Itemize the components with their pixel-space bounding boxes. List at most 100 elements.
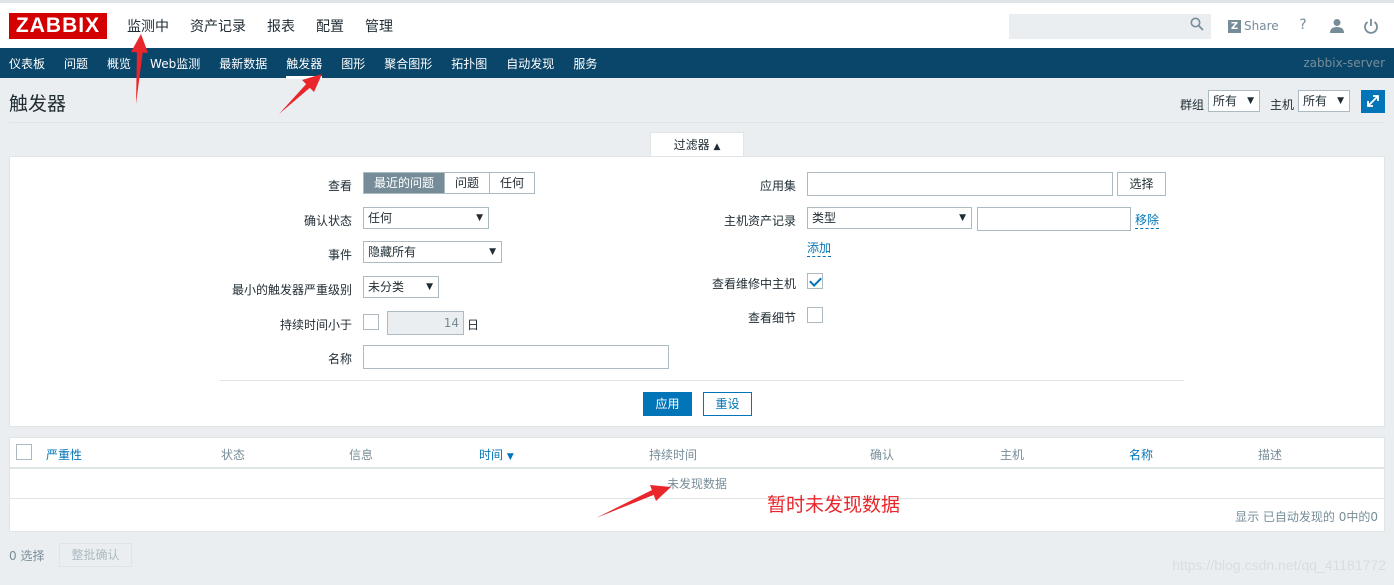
subnav-web[interactable]: Web监测	[150, 55, 200, 79]
subnav-overview[interactable]: 概览	[107, 55, 131, 79]
fullscreen-button[interactable]	[1361, 90, 1385, 113]
ack-status-select[interactable]: 任何 ▼	[363, 207, 489, 229]
chevron-down-icon: ▼	[426, 282, 433, 292]
server-name: zabbix-server	[1303, 56, 1385, 70]
host-select-value: 所有	[1303, 94, 1328, 108]
age-less-than-checkbox[interactable]	[363, 314, 379, 330]
expand-icon	[1367, 95, 1379, 107]
age-less-than-label: 持续时间小于	[279, 318, 352, 332]
subnav-triggers[interactable]: 触发器	[286, 55, 323, 79]
arrow-to-triggers	[279, 74, 322, 114]
chevron-down-icon: ▼	[476, 213, 483, 223]
group-select-value: 所有	[1213, 94, 1238, 108]
help-icon[interactable]: ?	[1294, 17, 1312, 35]
mass-acknowledge-button[interactable]: 整批确认	[59, 543, 132, 567]
inventory-value-input[interactable]	[977, 207, 1131, 231]
host-select[interactable]: 所有 ▼	[1298, 90, 1350, 112]
column-status: 状态	[221, 448, 246, 462]
watermark: https://blog.csdn.net/qq_41181772	[1172, 557, 1386, 573]
annotation-text: 暂时未发现数据	[767, 494, 901, 516]
search-input[interactable]	[1009, 14, 1211, 39]
subnav-screens[interactable]: 聚合图形	[384, 55, 432, 79]
application-input[interactable]	[807, 172, 1113, 196]
column-duration: 持续时间	[649, 448, 698, 462]
column-ack: 确认	[870, 448, 895, 462]
host-label: 主机	[1270, 98, 1295, 112]
menu-reports[interactable]: 报表	[267, 16, 295, 36]
remove-inventory-link[interactable]: 移除	[1135, 211, 1160, 229]
min-severity-value: 未分类	[368, 280, 405, 294]
subnav-discovery[interactable]: 自动发现	[506, 55, 554, 79]
show-details-checkbox[interactable]	[807, 307, 823, 323]
column-description: 描述	[1258, 448, 1283, 462]
select-application-button[interactable]: 选择	[1117, 172, 1166, 196]
inventory-field-value: 类型	[812, 211, 837, 225]
sign-out-icon[interactable]	[1362, 17, 1380, 35]
column-severity[interactable]: 严重性	[46, 446, 82, 463]
ack-status-label: 确认状态	[303, 214, 352, 228]
filter-divider	[220, 380, 1184, 381]
view-label: 查看	[327, 179, 352, 193]
chevron-down-icon: ▼	[489, 247, 496, 257]
inventory-field-select[interactable]: 类型 ▼	[807, 207, 972, 229]
menu-configuration[interactable]: 配置	[316, 16, 344, 36]
add-inventory-link[interactable]: 添加	[807, 239, 832, 257]
column-time[interactable]: 时间 ▼	[479, 446, 514, 463]
events-label: 事件	[327, 248, 352, 262]
user-profile-icon[interactable]	[1328, 17, 1346, 35]
group-label: 群组	[1180, 98, 1205, 112]
caret-up-icon: ▲	[713, 142, 721, 152]
table-row-divider	[10, 498, 1384, 499]
view-option-recent[interactable]: 最近的问题	[364, 173, 446, 193]
subnav-maps[interactable]: 拓扑图	[451, 55, 487, 79]
zabbix-logo[interactable]: ZABBIX	[9, 13, 107, 39]
group-select[interactable]: 所有 ▼	[1208, 90, 1260, 112]
column-host: 主机	[1000, 448, 1025, 462]
min-severity-label: 最小的触发器严重级别	[231, 283, 352, 297]
age-days-input[interactable]: 14	[387, 311, 464, 335]
apply-button[interactable]: 应用	[643, 392, 692, 416]
share-link[interactable]: Z Share	[1228, 19, 1279, 33]
subnav-latest-data[interactable]: 最新数据	[219, 55, 267, 79]
subnav-graphs[interactable]: 图形	[341, 55, 365, 79]
subnav-services[interactable]: 服务	[573, 55, 597, 79]
no-data-message: 未发现数据	[666, 477, 727, 491]
min-severity-select[interactable]: 未分类 ▼	[363, 276, 439, 298]
sort-desc-icon: ▼	[506, 452, 514, 462]
search-icon[interactable]	[1190, 17, 1204, 31]
column-info: 信息	[349, 448, 374, 462]
menu-inventory[interactable]: 资产记录	[190, 16, 246, 36]
name-label: 名称	[327, 352, 352, 366]
host-inventory-label: 主机资产记录	[723, 214, 796, 228]
events-select[interactable]: 隐藏所有 ▼	[363, 241, 502, 263]
name-input[interactable]	[363, 345, 669, 369]
filter-tab[interactable]: 过滤器 ▲	[650, 132, 744, 157]
sub-navigation: 仪表板 问题 概览 Web监测 最新数据 触发器 图形 聚合图形 拓扑图 自动发…	[0, 48, 1394, 79]
show-maintenance-checkbox[interactable]	[807, 273, 823, 289]
paging-info: 显示 已自动发现的 0中的0	[1235, 510, 1378, 524]
column-time-label: 时间	[479, 448, 504, 462]
subnav-problems[interactable]: 问题	[64, 55, 88, 79]
menu-administration[interactable]: 管理	[365, 16, 393, 36]
view-option-any[interactable]: 任何	[490, 173, 534, 193]
filter-panel: 查看 最近的问题 问题 任何 确认状态 任何 ▼ 事件 隐藏所有 ▼ 最小的触发…	[9, 156, 1385, 427]
application-label: 应用集	[759, 179, 796, 193]
zabbix-share-icon: Z	[1228, 19, 1241, 33]
subnav-dashboard[interactable]: 仪表板	[9, 55, 45, 79]
selected-count: 0 选择	[9, 549, 45, 563]
reset-button[interactable]: 重设	[703, 392, 752, 416]
share-label: Share	[1244, 19, 1279, 33]
chevron-down-icon: ▼	[1247, 96, 1254, 106]
page-title: 触发器	[9, 93, 67, 115]
main-menu: 监测中 资产记录 报表 配置 管理	[127, 16, 414, 36]
view-segmented-control: 最近的问题 问题 任何	[363, 172, 536, 194]
ack-status-value: 任何	[368, 211, 393, 225]
select-all-checkbox[interactable]	[16, 444, 32, 460]
show-details-label: 查看细节	[747, 311, 796, 325]
top-header: ZABBIX 监测中 资产记录 报表 配置 管理 Z Share ?	[0, 0, 1394, 48]
view-option-problems[interactable]: 问题	[445, 173, 491, 193]
column-name[interactable]: 名称	[1129, 446, 1153, 463]
menu-monitoring[interactable]: 监测中	[127, 16, 169, 36]
events-value: 隐藏所有	[368, 245, 417, 259]
age-unit-label: 日	[467, 318, 480, 332]
